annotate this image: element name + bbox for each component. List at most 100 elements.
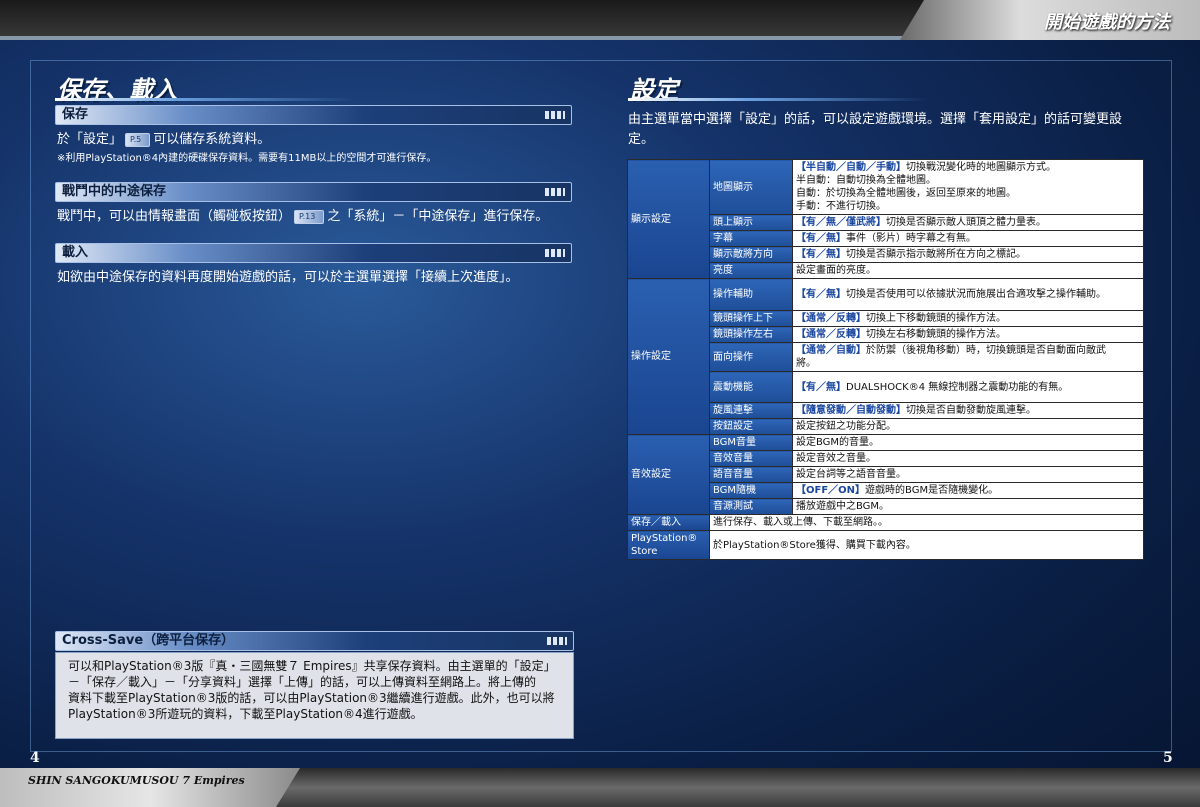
desc-text: 遊戲時的BGM是否隨機變化。 [865, 485, 999, 496]
category-store: PlayStation® Store [627, 530, 710, 560]
option-values: 【通常／自動】 [796, 345, 866, 356]
section-title-underline [628, 98, 928, 101]
desc-extra: 半自動：自動切換為全體地圖。 [796, 175, 936, 186]
desc-map-display: 【半自動／自動／手動】切換戰況變化時的地圖顯示方式。 半自動：自動切換為全體地圖… [792, 159, 1144, 215]
desc-whirlwind-combo: 【隨意發動／自動發動】切換是否自動發動旋風連擊。 [792, 402, 1144, 419]
item-map-display: 地圖顯示 [709, 159, 793, 215]
item-bgm-random: BGM隨機 [709, 482, 793, 499]
subheading-midsave: 戰鬥中的中途保存 [55, 182, 572, 202]
desc-head-display: 【有／無／僅武將】切換是否顯示敵人頭頂之體力量表。 [792, 214, 1144, 231]
category-control: 操作設定 [627, 278, 710, 435]
item-camera-vertical: 鏡頭操作上下 [709, 310, 793, 327]
option-values: 【通常／反轉】 [796, 329, 866, 340]
save-line-text-b: 可以儲存系統資料。 [153, 132, 271, 147]
option-values: 【有／無】 [796, 233, 846, 244]
page-ref-p13[interactable]: P.13 [294, 209, 325, 224]
desc-voice-volume: 設定台詞等之語音音量。 [792, 466, 1144, 483]
desc-text: 切換戰況變化時的地圖顯示方式。 [906, 162, 1056, 173]
settings-intro: 由主選單當中選擇「設定」的話，可以設定遊戲環境。選擇「套用設定」的話可變更設 定… [628, 110, 1122, 150]
desc-subtitle: 【有／無】事件（影片）時字幕之有無。 [792, 230, 1144, 247]
subheading-deco [547, 637, 567, 645]
category-sound: 音效設定 [627, 434, 710, 515]
option-values: 【有／無／僅武將】 [796, 217, 886, 228]
subheading-save-label: 保存 [62, 107, 89, 122]
desc-bgm-random: 【OFF／ON】遊戲時的BGM是否隨機變化。 [792, 482, 1144, 499]
desc-text: 將。 [796, 358, 816, 369]
subheading-deco [545, 111, 565, 119]
subheading-save: 保存 [55, 105, 572, 125]
item-subtitle: 字幕 [709, 230, 793, 247]
option-values: 【有／無】 [796, 249, 846, 260]
load-line: 如欲由中途保存的資料再度開始遊戲的話，可以於主選單選擇「接續上次進度」。 [57, 270, 519, 285]
item-camera-horizontal: 鏡頭操作左右 [709, 326, 793, 343]
desc-enemy-direction: 【有／無】切換是否顯示指示敵將所在方向之標記。 [792, 246, 1144, 263]
section-title-underline [55, 98, 355, 101]
subheading-load: 載入 [55, 243, 572, 263]
option-values: 【半自動／自動／手動】 [796, 162, 906, 173]
item-vibration: 震動機能 [709, 371, 793, 403]
desc-save-load: 進行保存、載入或上傳、下載至網路。。 [709, 514, 1144, 531]
footer-game-title: SHIN SANGOKUMUSOU 7 Empires [28, 774, 245, 787]
settings-intro-line: 由主選單當中選擇「設定」的話，可以設定遊戲環境。選擇「套用設定」的話可變更設 [628, 112, 1123, 127]
save-line-text-a: 於「設定」 [57, 132, 123, 147]
table-row: 顯示設定 地圖顯示 【半自動／自動／手動】切換戰況變化時的地圖顯示方式。 半自動… [627, 159, 1144, 279]
option-values: 【OFF／ON】 [796, 485, 866, 496]
desc-sound-test: 播放遊戲中之BGM。 [792, 498, 1144, 515]
settings-table: 顯示設定 地圖顯示 【半自動／自動／手動】切換戰況變化時的地圖顯示方式。 半自動… [627, 159, 1144, 560]
page-number-left: 4 [30, 750, 40, 766]
header-title: 開始遊戲的方法 [1044, 12, 1170, 33]
desc-facing-control: 【通常／自動】於防禦（後視角移動）時，切換鏡頭是否自動面向敵武將。 [792, 342, 1144, 372]
midsave-line: 戰鬥中，可以由情報畫面（觸碰板按鈕） P.13 之「系統」－「中途保存」進行保存。 [57, 208, 548, 226]
desc-text: DUALSHOCK®4 無線控制器之震動功能的有無。 [846, 381, 1069, 393]
desc-extra: 手動：不進行切換。 [796, 201, 886, 212]
cross-save-line: －「保存／載入」－「分享資料」選擇「上傳」的話，可以上傳資料至網路上。將上傳的 [68, 675, 537, 689]
desc-text: 切換是否顯示指示敵將所在方向之標記。 [846, 249, 1026, 260]
item-whirlwind-combo: 旋風連擊 [709, 402, 793, 419]
store-label-line2: Store [631, 546, 658, 557]
settings-intro-line: 定。 [628, 132, 655, 147]
desc-button-config: 設定按鈕之功能分配。 [792, 418, 1144, 435]
option-values: 【通常／反轉】 [796, 313, 866, 324]
item-facing-control: 面向操作 [709, 342, 793, 372]
option-values: 【隨意發動／自動發動】 [796, 405, 906, 416]
subheading-deco [545, 188, 565, 196]
page-number-right: 5 [1163, 750, 1173, 766]
desc-camera-horizontal: 【通常／反轉】切換左右移動鏡頭的操作方法。 [792, 326, 1144, 343]
cross-save-line: 資料下載至PlayStation®3版的話，可以由PlayStation®3繼續… [68, 691, 555, 705]
desc-brightness: 設定畫面的亮度。 [792, 262, 1144, 279]
desc-control-assist: 【有／無】切換是否使用可以依據狀況而施展出合適攻擊之操作輔助。 [792, 278, 1144, 311]
item-voice-volume: 語音音量 [709, 466, 793, 483]
desc-text: 於防禦（後視角移動）時，切換鏡頭是否自動面向敵武 [866, 345, 1106, 356]
table-row: PlayStation® Store 於PlayStation®Store獲得、… [627, 530, 1144, 560]
item-button-config: 按鈕設定 [709, 418, 793, 435]
item-sound-test: 音源測試 [709, 498, 793, 515]
table-row: 音效設定 BGM音量 設定BGM的音量。 [627, 434, 1144, 515]
midsave-line-text-a: 戰鬥中，可以由情報畫面（觸碰板按鈕） [57, 209, 292, 224]
item-control-assist: 操作輔助 [709, 278, 793, 311]
item-enemy-direction: 顯示敵將方向 [709, 246, 793, 263]
table-row: 操作設定 操作輔助 【有／無】切換是否使用可以依據狀況而施展出合適攻擊之操作輔助… [627, 278, 1144, 435]
desc-text: 切換是否顯示敵人頭頂之體力量表。 [886, 217, 1046, 228]
desc-vibration: 【有／無】DUALSHOCK®4 無線控制器之震動功能的有無。 [792, 371, 1144, 403]
cross-save-text: 可以和PlayStation®3版『真・三國無雙７ Empires』共享保存資料… [68, 658, 556, 722]
desc-text: 切換是否使用可以依據狀況而施展出合適攻擊之操作輔助。 [846, 289, 1106, 300]
cross-save-line: PlayStation®3所遊玩的資料，下載至PlayStation®4進行遊戲… [68, 707, 423, 721]
item-se-volume: 音效音量 [709, 450, 793, 467]
save-note: ※利用PlayStation®4內建的硬碟保存資料。需要有11MB以上的空間才可… [57, 153, 437, 164]
desc-se-volume: 設定音效之音量。 [792, 450, 1144, 467]
subheading-midsave-label: 戰鬥中的中途保存 [62, 184, 167, 199]
item-bgm-volume: BGM音量 [709, 434, 793, 451]
store-label-line1: PlayStation® [631, 533, 698, 544]
desc-extra: 自動：於切換為全體地圖後，返回至原來的地圖。 [796, 188, 1016, 199]
desc-text: 事件（影片）時字幕之有無。 [846, 233, 976, 244]
desc-text: 切換是否自動發動旋風連擊。 [906, 405, 1036, 416]
subheading-deco [545, 249, 565, 257]
page-ref-p5[interactable]: P.5 [125, 132, 151, 147]
desc-text: 切換上下移動鏡頭的操作方法。 [866, 313, 1006, 324]
save-line: 於「設定」 P.5 可以儲存系統資料。 [57, 131, 270, 149]
desc-store: 於PlayStation®Store獲得、購買下載內容。 [709, 530, 1144, 560]
midsave-line-text-b: 之「系統」－「中途保存」進行保存。 [327, 209, 549, 224]
table-row: 保存／載入 進行保存、載入或上傳、下載至網路。。 [627, 514, 1144, 531]
item-head-display: 頭上顯示 [709, 214, 793, 231]
subheading-load-label: 載入 [62, 245, 89, 260]
